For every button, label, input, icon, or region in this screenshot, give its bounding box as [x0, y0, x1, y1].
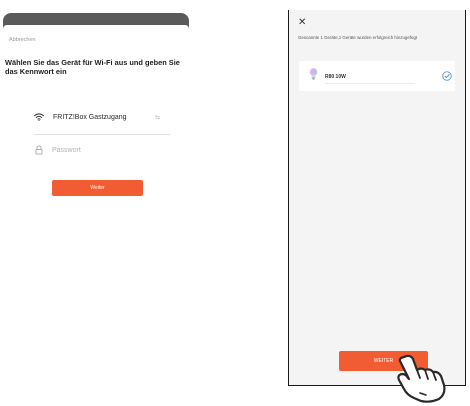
device-divider	[325, 83, 415, 84]
bulb-icon	[309, 68, 318, 80]
device-card[interactable]: R80 10W	[299, 61, 455, 91]
cancel-button[interactable]: Abbrechen	[9, 37, 36, 43]
wifi-ssid: FRITZ!Box Gastzugang	[53, 114, 127, 121]
swap-icon[interactable]: ⇆	[155, 114, 160, 121]
device-name: R80 10W	[325, 74, 346, 80]
close-icon[interactable]: ✕	[298, 18, 306, 28]
lock-icon	[35, 145, 43, 155]
password-field[interactable]	[34, 142, 170, 160]
next-button[interactable]: Weiter	[52, 180, 143, 196]
device-found-screen: ✕ Gescannte 1 Geräte,1 Geräte wurden erf…	[288, 10, 466, 386]
status-bar	[3, 13, 189, 29]
page-title: Wählen Sie das Gerät für Wi-Fi aus und g…	[5, 58, 180, 76]
password-input[interactable]	[52, 144, 162, 156]
scan-status-text: Gescannte 1 Geräte,1 Geräte wurden erfol…	[298, 35, 418, 40]
wifi-network-selector[interactable]: FRITZ!Box Gastzugang ⇆	[34, 111, 170, 135]
check-circle-icon	[442, 71, 452, 81]
wifi-icon	[34, 113, 44, 121]
wifi-setup-screen: Abbrechen Wählen Sie das Gerät für Wi-Fi…	[0, 0, 192, 406]
tap-hand-icon	[397, 354, 446, 403]
